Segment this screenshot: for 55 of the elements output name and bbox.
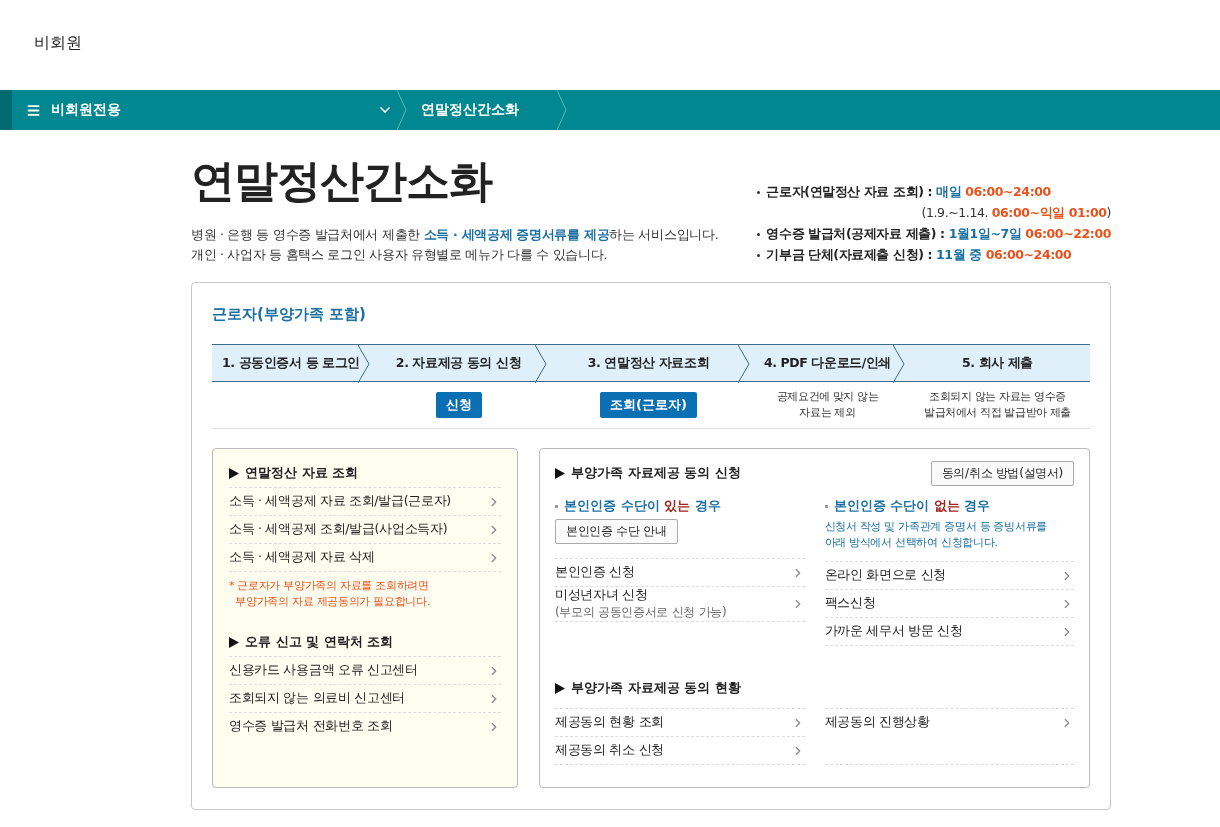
separator-chevron-icon (397, 90, 407, 130)
bullet-icon (824, 504, 828, 508)
triangle-icon (555, 467, 565, 479)
menu-link[interactable]: 소득 · 세액공제 자료 조회/발급(근로자) (229, 487, 501, 515)
menu-link[interactable]: 본인인증 신청 (555, 558, 805, 586)
warning-note: * 근로자가 부양가족의 자료를 조회하려면 부양가족의 자료 제공동의가 필요합니다. (229, 571, 501, 610)
step-note: 공제요건에 맞지 않는 자료는 제외 (776, 389, 879, 421)
schedule-text: 기부금 단체(자료제출 신청) : 11월 중 06:00~24:00 (766, 247, 1072, 264)
column-heading: 본인인증 수단이 있는 경우 (564, 497, 721, 515)
schedule-text: 영수증 발급처(공제자료 제출) : 1월1일~7일 06:00~22:00 (766, 226, 1111, 243)
step-action-button[interactable]: 신청 (435, 392, 482, 418)
schedule-text: (1.9.~1.14. 06:00~익일 01:00) (921, 205, 1111, 222)
step-item: 3. 연말정산 자료조회 (547, 345, 750, 381)
group-title: 부양가족 자료제공 동의 현황 (571, 679, 741, 697)
group-title: 부양가족 자료제공 동의 신청 (571, 464, 741, 482)
menu-link[interactable]: 제공동의 취소 신청 (555, 736, 805, 764)
description-text: 개인 · 사업자 등 홈택스 로그인 사용자 유형별로 메뉴가 다를 수 있습니다. (191, 246, 609, 264)
page-title: 연말정산간소화 (191, 154, 494, 208)
breadcrumb-link[interactable]: 연말정산간소화 (407, 90, 567, 130)
step-item: 1. 공동인증서 등 로그인 (212, 345, 370, 381)
menu-link[interactable]: 소득 · 세액공제 자료 삭제 (229, 543, 501, 571)
step-item: 2. 자료제공 동의 신청 (370, 345, 547, 381)
triangle-icon (229, 636, 239, 648)
menu-link[interactable]: 팩스신청 (824, 589, 1074, 617)
column-heading: 본인인증 수단이 없는 경우 (833, 497, 991, 515)
group-title: 연말정산 자료 조회 (245, 464, 359, 482)
menu-link[interactable]: 제공동의 진행상황 (824, 708, 1074, 736)
triangle-icon (229, 467, 239, 479)
menu-link[interactable]: 제공동의 현황 조회 (555, 708, 805, 736)
step-note: 조회되지 않는 자료는 영수증 발급처에서 직접 발급받아 제출 (923, 389, 1072, 421)
column-description: 신청서 작성 및 가족관계 증명서 등 증빙서류를 아래 방식에서 선택하여 신청합니다. (824, 519, 1048, 551)
description-text: 병원 · 은행 등 영수증 발급처에서 제출한 소득 · 세액공제 증명서류를 제공하는 서비스입니다. (191, 226, 719, 244)
step-action-button[interactable]: 조회(근로자) (600, 392, 697, 418)
group-title: 오류 신고 및 연락처 조회 (245, 633, 394, 651)
menu-link[interactable]: 가까운 세무서 방문 신청 (824, 617, 1074, 645)
menu-link[interactable]: 미성년자녀 신청 (부모의 공동인증서로 신청 가능) (555, 586, 805, 621)
menu-dropdown[interactable]: 비회원전용 (12, 90, 407, 130)
link-note: (부모의 공동인증서로 신청 가능) (555, 604, 727, 621)
step-item: 5. 회사 제출 (961, 353, 1034, 372)
menu-link[interactable]: 온라인 화면으로 신청 (824, 561, 1074, 589)
user-label: 비회원 (34, 33, 82, 54)
info-button[interactable]: 본인인증 수단 안내 (555, 519, 678, 544)
card-title: 근로자(부양가족 포함) (212, 305, 367, 324)
menu-link[interactable]: 신용카드 사용금액 오류 신고센터 (229, 656, 501, 684)
menu-link[interactable]: 소득 · 세액공제 조회/발급(사업소득자) (229, 515, 501, 543)
menu-icon (26, 102, 41, 118)
bullet-icon (555, 504, 558, 508)
nav-strip (0, 90, 12, 130)
step-item: 4. PDF 다운로드/인쇄 (750, 345, 905, 381)
separator-chevron-icon (557, 90, 567, 130)
triangle-icon (555, 682, 565, 694)
guide-button[interactable]: 동의/취소 방법(설명서) (930, 460, 1074, 486)
schedule-text: 근로자(연말정산 자료 조회) : 매일 06:00~24:00 (766, 184, 1051, 201)
menu-link[interactable]: 조회되지 않는 의료비 신고센터 (229, 684, 501, 712)
menu-link[interactable]: 영수증 발급처 전화번호 조회 (229, 712, 501, 740)
